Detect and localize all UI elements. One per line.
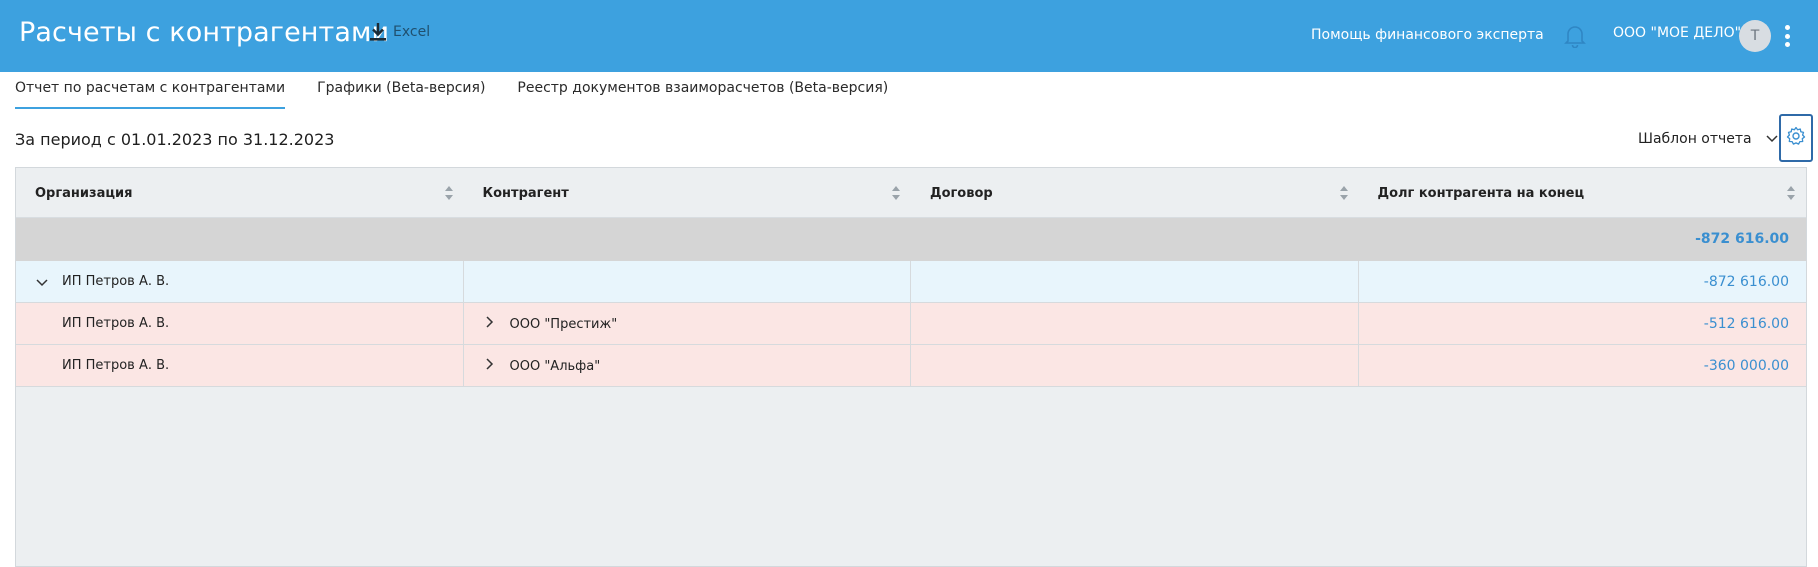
amount-cell: -872 616.00 — [1359, 261, 1807, 302]
counterparty-name: ООО "Престиж" — [509, 317, 618, 332]
amount-value: -360 000.00 — [1703, 358, 1789, 374]
counterparty-cell: ООО "Престиж" — [464, 303, 911, 344]
counterparty-cell — [464, 261, 911, 302]
chevron-right-icon[interactable] — [485, 316, 494, 332]
more-menu-icon[interactable] — [1782, 23, 1792, 49]
table-row[interactable]: ИП Петров А. В. ООО "Альфа" -360 000.00 — [16, 345, 1806, 387]
column-debt-end[interactable]: Долг контрагента на конец — [1359, 168, 1807, 218]
avatar[interactable]: Т — [1739, 20, 1771, 52]
table-header: Организация Контрагент Договор Долг конт… — [16, 168, 1806, 218]
notifications-bell-icon[interactable] — [1564, 24, 1586, 52]
chevron-down-icon[interactable] — [36, 276, 48, 291]
table-row[interactable]: ИП Петров А. В. -872 616.00 — [16, 261, 1806, 303]
excel-export-button[interactable]: Excel — [369, 22, 430, 42]
organization-cell: ИП Петров А. В. — [16, 345, 464, 386]
contract-cell — [911, 261, 1359, 302]
amount-cell: -360 000.00 — [1359, 345, 1807, 386]
excel-label: Excel — [393, 24, 431, 40]
counterparty-cell: ООО "Альфа" — [464, 345, 911, 386]
top-bar: Расчеты с контрагентами Excel Помощь фин… — [0, 0, 1818, 72]
settings-button[interactable] — [1779, 114, 1813, 162]
amount-cell: -512 616.00 — [1359, 303, 1807, 344]
organization-name: ИП Петров А. В. — [62, 274, 170, 289]
sort-icon — [444, 186, 453, 200]
sort-icon — [1787, 186, 1795, 200]
chevron-down-icon — [1766, 131, 1778, 147]
tab-settlement-registry[interactable]: Реестр документов взаиморасчетов (Beta-в… — [517, 72, 888, 144]
tab-charts[interactable]: Графики (Beta-версия) — [317, 72, 485, 144]
organization-cell: ИП Петров А. В. — [16, 303, 464, 344]
total-row: -872 616.00 — [16, 218, 1806, 261]
template-label: Шаблон отчета — [1638, 131, 1752, 147]
report-template-dropdown[interactable]: Шаблон отчета — [1638, 131, 1778, 147]
column-label: Долг контрагента на конец — [1377, 185, 1585, 201]
organization-name[interactable]: ООО "МОЕ ДЕЛО" — [1613, 25, 1741, 41]
organization-cell: ИП Петров А. В. — [16, 261, 464, 302]
column-counterparty[interactable]: Контрагент — [464, 168, 912, 218]
chevron-right-icon[interactable] — [485, 358, 494, 374]
total-amount: -872 616.00 — [1695, 231, 1789, 247]
contract-cell — [911, 345, 1359, 386]
organization-name: ИП Петров А. В. — [62, 316, 170, 331]
counterparty-name: ООО "Альфа" — [509, 359, 601, 374]
table-row[interactable]: ИП Петров А. В. ООО "Престиж" -512 616.0… — [16, 303, 1806, 345]
sort-icon — [892, 186, 900, 200]
help-expert-link[interactable]: Помощь финансового эксперта — [1311, 27, 1544, 43]
gear-icon — [1786, 126, 1806, 150]
organization-name: ИП Петров А. В. — [62, 358, 170, 373]
amount-value: -872 616.00 — [1703, 274, 1789, 290]
download-icon — [369, 22, 387, 42]
sort-icon — [1339, 186, 1348, 200]
column-contract[interactable]: Договор — [911, 168, 1359, 218]
report-period: За период с 01.01.2023 по 31.12.2023 — [15, 130, 335, 149]
counterparty-table: Организация Контрагент Договор Долг конт… — [15, 167, 1807, 567]
page-title: Расчеты с контрагентами — [19, 17, 390, 48]
column-organization[interactable]: Организация — [16, 168, 464, 218]
column-label: Договор — [930, 185, 993, 201]
column-label: Организация — [35, 185, 133, 201]
contract-cell — [911, 303, 1359, 344]
amount-value: -512 616.00 — [1703, 316, 1789, 332]
column-label: Контрагент — [482, 185, 569, 201]
